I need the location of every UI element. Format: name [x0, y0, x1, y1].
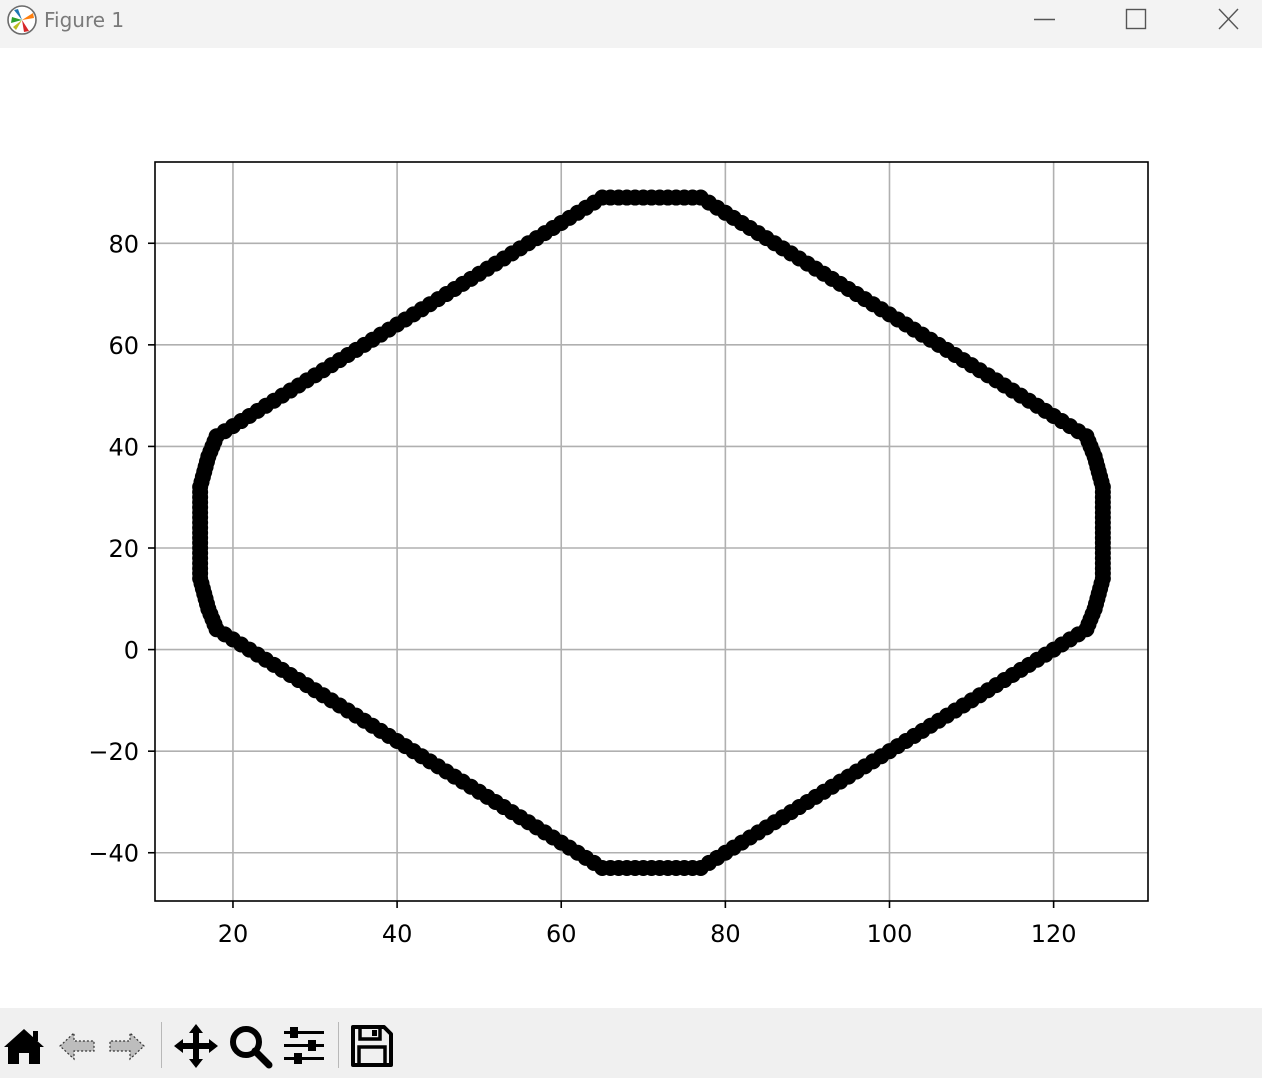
y-tick-label: 40	[108, 433, 139, 461]
grid-lines	[155, 162, 1148, 901]
zoom-magnifier-icon	[230, 1026, 273, 1069]
save-floppy-icon	[351, 1025, 393, 1067]
y-tick-label: 60	[108, 332, 139, 360]
x-tick-label: 120	[1031, 920, 1077, 948]
close-icon	[1218, 8, 1239, 30]
y-tick-label: 80	[108, 230, 139, 258]
pan-move-icon	[174, 1024, 218, 1068]
window-title: Figure 1	[44, 8, 125, 32]
x-tick-label: 20	[218, 920, 249, 948]
configure-subplots-button[interactable]	[280, 1022, 328, 1070]
x-tick-label: 40	[382, 920, 413, 948]
back-arrow-icon	[59, 1031, 95, 1061]
home-icon	[4, 1029, 44, 1064]
back-button[interactable]	[54, 1022, 102, 1070]
zoom-button[interactable]	[226, 1022, 274, 1070]
scatter-plot: 20 40 60 80 100 120 −40 −20 0 20 40 60 80	[88, 161, 1149, 948]
y-tick-label: −40	[88, 840, 139, 868]
x-tick-label: 60	[546, 920, 577, 948]
pan-button[interactable]	[172, 1022, 220, 1070]
toolbar-separator	[338, 1022, 339, 1068]
toolbar-separator	[161, 1022, 162, 1068]
forward-button[interactable]	[102, 1022, 150, 1070]
data-points	[192, 189, 1111, 876]
minimize-button[interactable]	[999, 0, 1091, 40]
axes-frame	[154, 161, 1149, 902]
y-tick-label: 0	[124, 637, 139, 665]
minimize-icon	[1034, 18, 1055, 21]
configure-subplots-icon	[284, 1027, 324, 1064]
forward-arrow-icon	[109, 1031, 145, 1061]
title-bar: Figure 1	[0, 0, 1262, 48]
save-button[interactable]	[348, 1022, 396, 1070]
y-tick-label: −20	[88, 738, 139, 766]
navigation-toolbar	[0, 1008, 1262, 1078]
x-tick-label: 100	[867, 920, 913, 948]
maximize-icon	[1125, 8, 1147, 30]
matplotlib-logo-icon	[6, 4, 38, 36]
y-tick-label: 20	[108, 535, 139, 563]
figure-canvas[interactable]: 20 40 60 80 100 120 −40 −20 0 20 40 60 80	[0, 48, 1262, 1008]
maximize-button[interactable]	[1090, 0, 1182, 40]
home-button[interactable]	[0, 1022, 48, 1070]
scatter-point	[586, 194, 603, 211]
x-tick-label: 80	[710, 920, 741, 948]
close-button[interactable]	[1170, 0, 1262, 40]
